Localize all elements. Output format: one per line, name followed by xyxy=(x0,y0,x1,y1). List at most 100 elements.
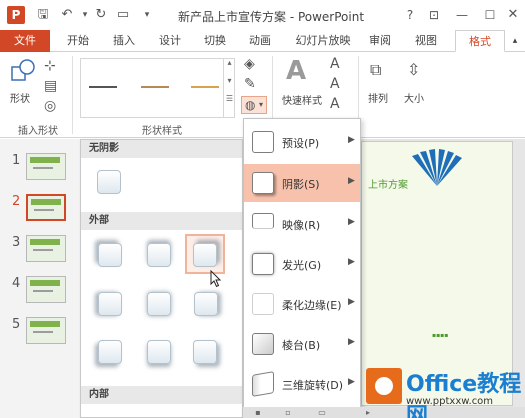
text-fill-icon[interactable]: A xyxy=(330,56,340,72)
slide-thumbnail-4[interactable] xyxy=(26,276,66,303)
ribbon-display-options-button[interactable]: ⊡ xyxy=(424,6,444,24)
arrange-button[interactable]: 排列 xyxy=(368,90,388,105)
text-outline-icon[interactable]: A xyxy=(330,76,340,92)
wordart-icon[interactable]: A xyxy=(286,56,306,86)
no-shadow-option[interactable] xyxy=(89,162,129,202)
slide-thumbnail-2[interactable] xyxy=(26,194,66,221)
outer-shadow-option[interactable] xyxy=(187,334,227,374)
shadow-preview-icon xyxy=(147,292,171,316)
slide-fan-graphic xyxy=(412,149,462,186)
menu-item-3d-rotation[interactable]: 三维旋转(D) ▶ xyxy=(244,365,360,403)
edit-shape-icon[interactable]: ⊹ xyxy=(44,58,56,74)
menu-item-bevel[interactable]: 棱台(B) ▶ xyxy=(244,325,360,363)
ribbon-tabs: 文件 开始 插入 设计 切换 动画 幻灯片放映 审阅 视图 格式 ▴ xyxy=(0,30,525,52)
chevron-down-icon: ▾ xyxy=(259,100,264,109)
menu-item-soft-edges[interactable]: 柔化边缘(E) ▶ xyxy=(244,285,360,323)
outer-shadow-option[interactable] xyxy=(89,334,129,374)
tab-insert[interactable]: 插入 xyxy=(104,30,144,52)
menu-item-label: 柔化边缘(E) xyxy=(282,299,342,312)
reflection-icon xyxy=(252,213,274,229)
shapes-button[interactable]: 形状 xyxy=(10,90,30,105)
slide-thumbnail-3[interactable] xyxy=(26,235,66,262)
normal-view-icon[interactable]: ▪ xyxy=(253,408,263,417)
save-icon[interactable]: 🖫 xyxy=(34,6,52,24)
style-line-dark[interactable] xyxy=(89,86,117,88)
slide-title-text[interactable]: 上市方案 xyxy=(368,176,408,191)
tab-view[interactable]: 视图 xyxy=(408,30,444,52)
merge-shapes-icon[interactable]: ◎ xyxy=(44,98,56,114)
submenu-arrow-icon: ▶ xyxy=(348,217,355,227)
outer-shadow-option[interactable] xyxy=(139,284,179,324)
submenu-arrow-icon: ▶ xyxy=(348,377,355,387)
text-effects-icon[interactable]: A xyxy=(330,96,340,112)
outer-shadow-option[interactable] xyxy=(139,234,179,274)
slide-number: 1 xyxy=(12,153,21,168)
collapse-ribbon-icon[interactable]: ▴ xyxy=(508,30,522,52)
slide-thumbnail-pane: 1 2 3 4 5 xyxy=(0,139,80,418)
menu-item-reflection[interactable]: 映像(R) ▶ xyxy=(244,205,360,243)
size-icon[interactable]: ⇳ xyxy=(407,60,420,79)
menu-item-shadow[interactable]: 阴影(S) ▶ xyxy=(244,164,360,202)
outer-shadow-option[interactable] xyxy=(187,284,227,324)
minimize-button[interactable]: — xyxy=(452,6,472,24)
no-shadow-header: 无阴影 xyxy=(81,140,242,158)
shadow-preview-icon xyxy=(194,292,218,316)
shape-fill-icon[interactable]: ◈ xyxy=(244,56,255,72)
slide-thumbnail-5[interactable] xyxy=(26,317,66,344)
style-line-tan[interactable] xyxy=(141,86,169,88)
tab-slideshow[interactable]: 幻灯片放映 xyxy=(288,30,358,52)
tab-animations[interactable]: 动画 xyxy=(240,30,280,52)
office-logo-icon xyxy=(366,368,402,404)
tab-transitions[interactable]: 切换 xyxy=(195,30,235,52)
3d-rotation-icon xyxy=(252,371,274,397)
outer-shadow-option-hovered[interactable] xyxy=(185,234,225,274)
close-button[interactable]: ✕ xyxy=(503,6,523,24)
menu-item-glow[interactable]: 发光(G) ▶ xyxy=(244,245,360,283)
help-button[interactable]: ? xyxy=(400,6,420,24)
tab-file[interactable]: 文件 xyxy=(0,30,50,52)
arrange-icon[interactable]: ⧉ xyxy=(370,60,381,80)
shape-outline-icon[interactable]: ✎ xyxy=(244,76,256,92)
powerpoint-window: P 🖫 ↶ ▾ ↻ ▭ ▾ 新产品上市宣传方案 - PowerPoint ? ⊡… xyxy=(0,0,525,418)
tab-review[interactable]: 审阅 xyxy=(362,30,398,52)
shape-styles-gallery[interactable] xyxy=(80,58,235,118)
group-divider xyxy=(72,56,73,134)
submenu-arrow-icon: ▶ xyxy=(348,135,355,145)
outer-shadow-option[interactable] xyxy=(89,284,129,324)
styles-scroll-buttons[interactable]: ▴ ▾ ☰ xyxy=(223,58,235,118)
watermark-url: www.pptxxw.com xyxy=(406,396,494,407)
tab-home[interactable]: 开始 xyxy=(58,30,98,52)
start-slideshow-icon[interactable]: ▭ xyxy=(114,6,132,24)
size-button[interactable]: 大小 xyxy=(404,90,424,105)
redo-icon[interactable]: ↻ xyxy=(92,6,110,24)
text-box-icon[interactable]: ▤ xyxy=(44,78,57,94)
outer-shadow-option[interactable] xyxy=(139,334,179,374)
preset-icon xyxy=(252,131,274,153)
outer-shadow-option[interactable] xyxy=(89,234,129,274)
bevel-icon xyxy=(252,333,274,355)
submenu-arrow-icon: ▶ xyxy=(348,257,355,267)
insert-shapes-group-label: 插入形状 xyxy=(18,126,58,137)
watermark-logo: Office教程网 www.pptxxw.com xyxy=(360,360,525,418)
menu-item-preset[interactable]: 预设(P) ▶ xyxy=(244,123,360,161)
customize-toolbar-icon[interactable]: ▾ xyxy=(138,6,156,24)
tab-format[interactable]: 格式 xyxy=(455,30,505,52)
submenu-arrow-icon: ▶ xyxy=(348,176,355,186)
slide-thumbnail-1[interactable] xyxy=(26,153,66,180)
style-line-gold[interactable] xyxy=(191,86,219,88)
tab-design[interactable]: 设计 xyxy=(150,30,190,52)
watermark-brand: Office教程网 xyxy=(406,372,522,418)
shadow-preview-icon xyxy=(98,292,122,316)
reading-view-icon[interactable]: ▭ xyxy=(317,408,327,417)
slide-sorter-icon[interactable]: ▫ xyxy=(283,408,293,417)
maximize-button[interactable]: ☐ xyxy=(480,6,500,24)
shape-effects-button[interactable]: ◍ ▾ xyxy=(241,96,267,114)
shape-styles-group-label: 形状样式 xyxy=(142,126,182,137)
quick-styles-button[interactable]: 快速样式 xyxy=(282,92,322,107)
shape-effects-menu: 预设(P) ▶ 阴影(S) ▶ 映像(R) ▶ 发光(G) ▶ 柔化边缘(E) … xyxy=(243,118,361,418)
submenu-arrow-icon: ▶ xyxy=(348,337,355,347)
document-title: 新产品上市宣传方案 - PowerPoint xyxy=(178,10,365,24)
undo-icon[interactable]: ↶ xyxy=(58,6,76,24)
shapes-icon[interactable] xyxy=(10,58,36,84)
menu-item-label: 三维旋转(D) xyxy=(282,379,344,392)
